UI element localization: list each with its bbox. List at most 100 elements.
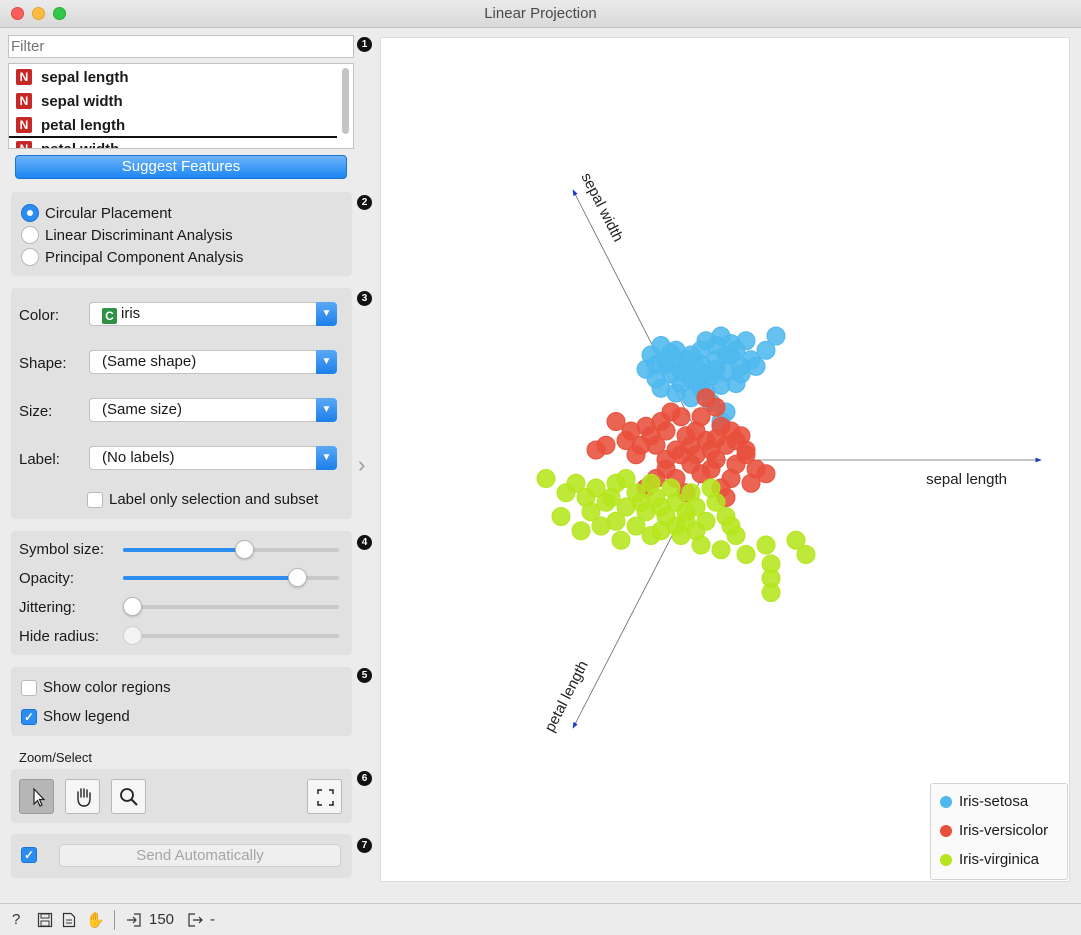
scatter-plot-canvas[interactable]: sepal length sepal width petal length: [381, 38, 1071, 883]
report-icon[interactable]: [62, 912, 76, 928]
list-item[interactable]: N sepal width: [16, 90, 123, 112]
suggest-features-button[interactable]: Suggest Features: [15, 155, 347, 179]
data-point[interactable]: [731, 364, 751, 384]
legend-swatch: [940, 824, 952, 837]
data-point[interactable]: [756, 535, 776, 555]
data-point[interactable]: [796, 545, 816, 564]
data-point[interactable]: [651, 497, 671, 517]
section-badge-7: 7: [357, 838, 372, 853]
data-point[interactable]: [736, 545, 756, 564]
pan-tool-button[interactable]: [65, 779, 100, 814]
radio-lda[interactable]: Linear Discriminant Analysis: [21, 224, 233, 246]
opacity-slider[interactable]: [123, 568, 339, 587]
data-point[interactable]: [616, 469, 636, 488]
radio-button[interactable]: [21, 226, 39, 244]
auto-send-checkbox[interactable]: ✓: [21, 847, 43, 863]
section-badge-2: 2: [357, 195, 372, 210]
data-point[interactable]: [761, 583, 781, 602]
data-point[interactable]: [756, 464, 776, 484]
chevron-down-icon[interactable]: ▼: [316, 302, 337, 326]
data-point[interactable]: [631, 435, 651, 455]
chevron-down-icon[interactable]: ▼: [316, 398, 337, 422]
data-point[interactable]: [706, 429, 726, 449]
data-point[interactable]: [646, 355, 666, 374]
data-point[interactable]: [666, 355, 686, 374]
variable-list[interactable]: N sepal length N sepal width N petal len…: [8, 63, 354, 149]
data-point[interactable]: [586, 440, 606, 460]
data-point[interactable]: [536, 469, 556, 488]
zoom-tool-button[interactable]: [111, 779, 146, 814]
slider-handle[interactable]: [235, 540, 255, 559]
data-point[interactable]: [716, 345, 736, 365]
data-point[interactable]: [556, 483, 576, 503]
symbol-size-slider[interactable]: [123, 540, 339, 559]
data-point[interactable]: [551, 507, 571, 526]
send-automatically-button[interactable]: Send Automatically: [59, 844, 341, 867]
checkbox[interactable]: [21, 679, 37, 696]
slider-handle[interactable]: [288, 568, 308, 587]
data-point[interactable]: [711, 540, 731, 560]
chevron-right-icon[interactable]: ›: [358, 452, 365, 478]
chevron-down-icon[interactable]: ▼: [316, 350, 337, 374]
status-divider: [114, 910, 115, 930]
shape-combo[interactable]: (Same shape) ▼: [89, 350, 337, 374]
save-icon[interactable]: [37, 912, 53, 928]
data-point[interactable]: [591, 516, 611, 536]
size-label: Size:: [19, 403, 53, 420]
list-scrollbar[interactable]: [342, 68, 349, 134]
sliders-panel: Symbol size: Opacity: Jittering: Hide ra…: [11, 531, 352, 655]
data-point[interactable]: [671, 445, 691, 465]
select-tool-button[interactable]: [19, 779, 54, 814]
radio-button[interactable]: [21, 248, 39, 266]
help-icon[interactable]: ?: [12, 911, 20, 928]
data-point[interactable]: [696, 388, 716, 408]
categorical-variable-icon: C: [102, 308, 117, 324]
shape-value: (Same shape): [102, 353, 197, 370]
radio-circular-placement[interactable]: Circular Placement: [21, 202, 172, 224]
data-point[interactable]: [631, 492, 651, 512]
list-item[interactable]: N petal width: [16, 138, 119, 148]
radio-button[interactable]: [21, 204, 39, 222]
data-point[interactable]: [736, 445, 756, 465]
checkbox-checked[interactable]: ✓: [21, 708, 37, 725]
list-item[interactable]: N sepal length: [16, 66, 129, 88]
size-combo[interactable]: (Same size) ▼: [89, 398, 337, 422]
size-value: (Same size): [102, 401, 183, 418]
input-icon: [127, 913, 141, 927]
data-point[interactable]: [571, 521, 591, 541]
chevron-down-icon[interactable]: ▼: [316, 446, 337, 470]
data-point[interactable]: [681, 483, 701, 503]
hand-icon[interactable]: ✋: [86, 911, 105, 929]
radio-label: Principal Component Analysis: [45, 248, 244, 266]
data-point[interactable]: [611, 530, 631, 550]
checkbox[interactable]: [87, 491, 103, 508]
radio-pca[interactable]: Principal Component Analysis: [21, 246, 243, 268]
checkbox-checked[interactable]: ✓: [21, 847, 37, 863]
color-combo[interactable]: Ciris ▼: [89, 302, 337, 326]
data-point[interactable]: [641, 526, 661, 545]
jittering-slider[interactable]: [123, 597, 339, 616]
show-legend-checkbox[interactable]: ✓ Show legend: [21, 708, 130, 725]
data-point[interactable]: [701, 478, 721, 498]
shape-label: Shape:: [19, 355, 67, 372]
data-point[interactable]: [766, 326, 786, 346]
filter-input[interactable]: [8, 35, 354, 58]
reset-zoom-button[interactable]: [307, 779, 342, 814]
data-point[interactable]: [661, 402, 681, 422]
data-point[interactable]: [661, 478, 681, 498]
slider-handle[interactable]: [123, 597, 142, 616]
label-combo[interactable]: (No labels) ▼: [89, 446, 337, 470]
label-only-selection-checkbox[interactable]: Label only selection and subset: [87, 491, 318, 508]
numeric-variable-icon: N: [16, 69, 32, 85]
data-point[interactable]: [721, 516, 741, 536]
projection-plot[interactable]: sepal length sepal width petal length: [380, 37, 1070, 882]
data-point[interactable]: [641, 473, 661, 493]
label-label: Label:: [19, 451, 60, 468]
data-point[interactable]: [601, 488, 621, 507]
list-item[interactable]: N petal length: [16, 114, 125, 136]
commit-panel: ✓ Send Automatically: [11, 834, 352, 878]
legend-item-versicolor: Iris-versicolor: [940, 822, 1048, 839]
show-color-regions-checkbox[interactable]: Show color regions: [21, 679, 171, 696]
section-badge-5: 5: [357, 668, 372, 683]
data-point[interactable]: [676, 511, 696, 531]
